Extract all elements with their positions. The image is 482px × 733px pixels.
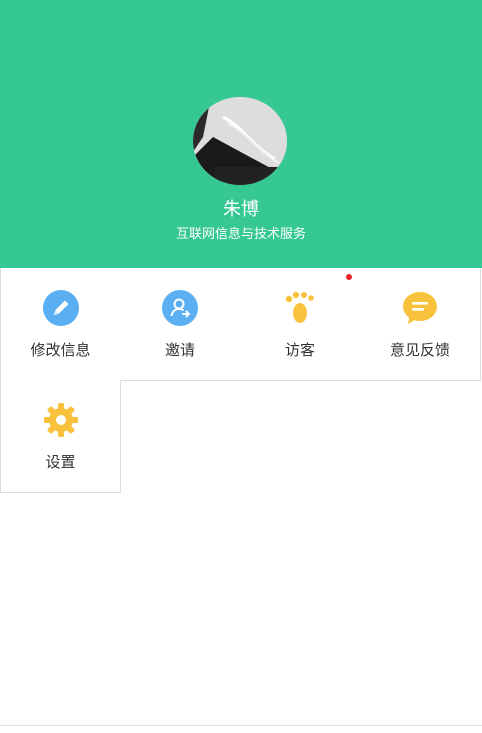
menu-item-visitors[interactable]: 访客: [240, 268, 361, 381]
menu-item-feedback[interactable]: 意见反馈: [360, 268, 481, 381]
menu-item-edit-info[interactable]: 修改信息: [0, 268, 121, 381]
notification-badge: [346, 274, 352, 280]
user-company: 互联网信息与技术服务: [175, 227, 306, 242]
menu-item-label: 访客: [284, 341, 315, 359]
profile-header: 朱博 互联网信息与技术服务: [0, 0, 482, 268]
feedback-chat-icon: [403, 292, 437, 324]
footprint-icon: [285, 291, 314, 323]
avatar[interactable]: [193, 97, 287, 185]
bottom-divider: [0, 725, 482, 726]
edit-pencil-icon: [42, 290, 79, 326]
menu-item-label: 意见反馈: [389, 341, 450, 359]
avatar-photo: [193, 97, 287, 185]
menu-item-label: 设置: [45, 453, 76, 471]
menu-item-label: 邀请: [164, 341, 195, 359]
invite-user-icon: [162, 290, 198, 326]
menu-item-settings[interactable]: 设置: [0, 380, 121, 493]
user-name: 朱博: [223, 199, 259, 220]
settings-gear-icon: [43, 403, 78, 437]
menu-item-label: 修改信息: [30, 341, 91, 359]
menu-item-invite[interactable]: 邀请: [120, 268, 241, 381]
